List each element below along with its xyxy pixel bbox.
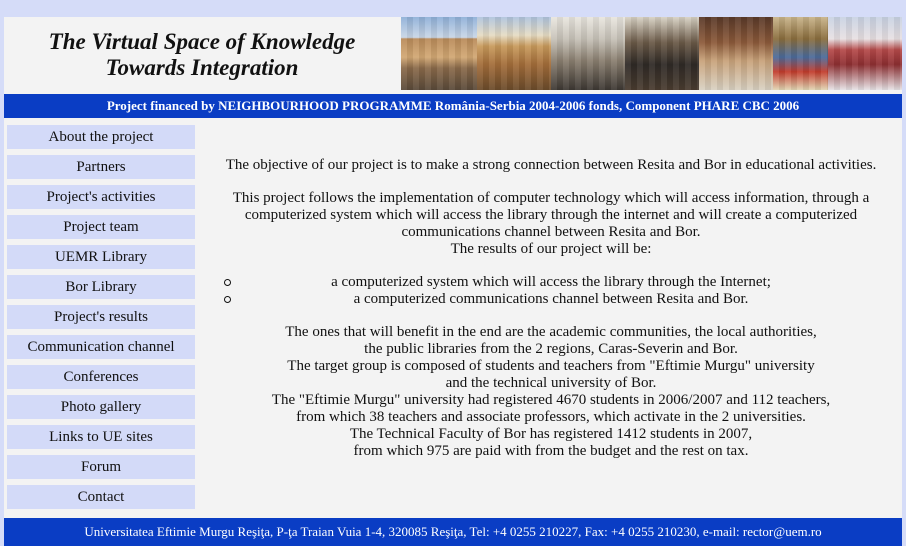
benefit-line: the public libraries from the 2 regions,… bbox=[364, 341, 738, 357]
building-photo bbox=[828, 17, 902, 90]
nav-about-the-project[interactable]: About the project bbox=[7, 125, 195, 149]
main-content: The objective of our project is to make … bbox=[200, 157, 902, 460]
site-title-line1: The Virtual Space of Knowledge bbox=[48, 29, 356, 54]
follows-line: This project follows the implementation … bbox=[232, 190, 870, 206]
header-photo-strip bbox=[401, 17, 902, 90]
follows-line: communications channel between Resita an… bbox=[401, 224, 701, 240]
results-list: a computerized system which will access … bbox=[200, 274, 902, 308]
nav-communication-channel[interactable]: Communication channel bbox=[7, 335, 195, 359]
footer-contact: Universitatea Eftimie Murgu Reşiţa, P-ţa… bbox=[4, 518, 902, 546]
site-title-line2: Towards Integration bbox=[105, 55, 299, 80]
benefit-line: The Technical Faculty of Bor has registe… bbox=[349, 426, 753, 442]
benefit-line: The ones that will benefit in the end ar… bbox=[285, 324, 817, 340]
circle-bullet-icon bbox=[224, 279, 231, 286]
result-text: a computerized communications channel be… bbox=[353, 291, 749, 307]
circle-bullet-icon bbox=[224, 296, 231, 303]
funding-banner: Project financed by NEIGHBOURHOOD PROGRA… bbox=[4, 94, 902, 118]
benefit-line: The "Eftimie Murgu" university had regis… bbox=[271, 392, 831, 408]
library-photo bbox=[699, 17, 773, 90]
results-intro: The results of our project will be: bbox=[450, 241, 652, 257]
nav-projects-activities[interactable]: Project's activities bbox=[7, 185, 195, 209]
building-photo bbox=[477, 17, 551, 90]
building-photo bbox=[401, 17, 477, 90]
benefit-line: from which 975 are paid with from the bu… bbox=[353, 443, 749, 459]
follows-line: computerized system which will access th… bbox=[244, 207, 858, 223]
benefit-line: and the technical university of Bor. bbox=[445, 375, 657, 391]
nav-links-to-ue-sites[interactable]: Links to UE sites bbox=[7, 425, 195, 449]
nav-project-team[interactable]: Project team bbox=[7, 215, 195, 239]
nav-uemr-library[interactable]: UEMR Library bbox=[7, 245, 195, 269]
benefit-line: from which 38 teachers and associate pro… bbox=[296, 409, 806, 425]
header: The Virtual Space of Knowledge Towards I… bbox=[4, 17, 902, 94]
nav-partners[interactable]: Partners bbox=[7, 155, 195, 179]
sidebar-nav: About the project Partners Project's act… bbox=[7, 125, 195, 515]
nav-bor-library[interactable]: Bor Library bbox=[7, 275, 195, 299]
objective-text: The objective of our project is to make … bbox=[225, 157, 877, 173]
library-photo bbox=[625, 17, 699, 90]
site-title: The Virtual Space of Knowledge Towards I… bbox=[4, 29, 400, 81]
nav-contact[interactable]: Contact bbox=[7, 485, 195, 509]
list-item: a computerized communications channel be… bbox=[200, 291, 902, 308]
nav-forum[interactable]: Forum bbox=[7, 455, 195, 479]
result-text: a computerized system which will access … bbox=[331, 274, 771, 290]
nav-conferences[interactable]: Conferences bbox=[7, 365, 195, 389]
library-photo bbox=[551, 17, 625, 90]
benefit-line: The target group is composed of students… bbox=[287, 358, 815, 374]
list-item: a computerized system which will access … bbox=[200, 274, 902, 291]
nav-projects-results[interactable]: Project's results bbox=[7, 305, 195, 329]
nav-photo-gallery[interactable]: Photo gallery bbox=[7, 395, 195, 419]
library-photo bbox=[773, 17, 828, 90]
page-container: The Virtual Space of Knowledge Towards I… bbox=[4, 17, 902, 546]
